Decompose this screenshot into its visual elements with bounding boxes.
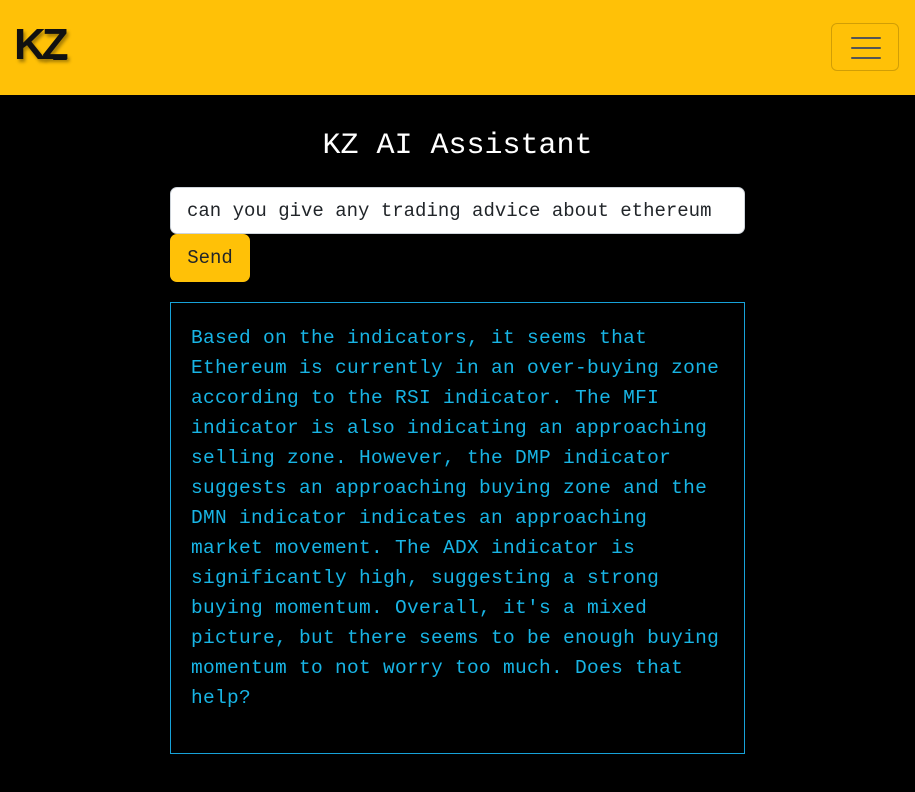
- response-panel: Based on the indicators, it seems that E…: [170, 302, 745, 754]
- menu-toggle-button[interactable]: [831, 23, 899, 71]
- kz-logo[interactable]: KZ: [14, 22, 76, 68]
- hamburger-menu-icon-bar: [851, 57, 881, 59]
- prompt-input[interactable]: [170, 187, 745, 234]
- hamburger-menu-icon: [851, 37, 881, 39]
- send-button[interactable]: Send: [170, 234, 250, 282]
- logo-text: KZ: [14, 20, 69, 69]
- hamburger-menu-icon-bar: [851, 47, 881, 49]
- response-text: Based on the indicators, it seems that E…: [191, 327, 720, 709]
- page-title: KZ AI Assistant: [322, 129, 593, 163]
- logo-mark: [53, 55, 67, 60]
- top-navbar: KZ: [0, 0, 915, 95]
